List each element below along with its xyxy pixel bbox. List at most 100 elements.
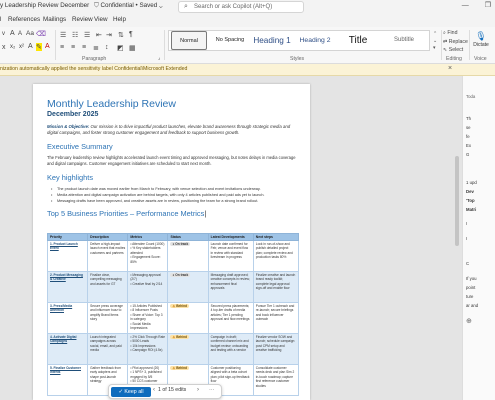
borders-icon[interactable]: ▦ <box>129 44 136 52</box>
grow-font-icon[interactable]: A <box>10 30 15 37</box>
style-no-spacing[interactable]: No Spacing <box>211 31 249 50</box>
voice-group-label: Voice <box>474 56 487 62</box>
menu-item-help[interactable]: Help <box>113 16 126 23</box>
vertical-scrollbar[interactable] <box>455 156 459 246</box>
priority-cell[interactable]: 1. Product Launch Event <box>46 240 89 272</box>
strikethrough-icon[interactable]: x <box>2 44 6 51</box>
more-options-icon[interactable]: ⋯ <box>209 388 215 394</box>
replace-button[interactable]: ⇄ Replace <box>443 39 468 45</box>
restore-button[interactable]: ❐ <box>485 2 491 9</box>
align-center-icon[interactable]: ≡ <box>71 44 75 51</box>
title-bar: y Leadership Review December ⛉ Confident… <box>0 0 495 14</box>
select-label: Select <box>448 47 464 53</box>
status-badge: ● On track <box>170 273 191 278</box>
next-steps-cell: Lock in run-of-show and publish detailed… <box>252 240 300 272</box>
shading-icon[interactable]: ◩ <box>117 44 124 52</box>
font-size-dropdown[interactable]: v <box>2 31 5 37</box>
priority-cell[interactable]: 5. Finalize Customer Intents <box>46 364 89 396</box>
priority-cell[interactable]: 4. Activate Digital Campaigns <box>46 333 89 365</box>
priorities-heading: Top 5 Business Priorities – Performance … <box>47 209 206 218</box>
sensitivity-label[interactable]: Confidential • Saved <box>100 2 157 9</box>
priority-cell[interactable]: 3. Press/Media Attention <box>46 302 89 334</box>
change-case-icon[interactable]: Aa <box>26 30 34 37</box>
text-effects-icon[interactable]: A <box>28 43 33 50</box>
executive-summary-heading: Executive Summary <box>47 142 113 151</box>
justify-icon[interactable]: ≣ <box>93 44 99 52</box>
superscript-icon[interactable]: x² <box>19 44 24 50</box>
find-button[interactable]: ⌕ Find <box>443 30 457 37</box>
latest-cell: Messaging draft approved; creative conce… <box>207 271 254 303</box>
table-row: 4. Activate Digital Campaigns Launch int… <box>46 333 300 365</box>
paragraph-group-label: Paragraph <box>82 56 107 62</box>
minimize-button[interactable]: — <box>462 2 469 9</box>
highlight-icon[interactable]: ✎ <box>36 43 42 51</box>
clear-format-icon[interactable]: ⌫ <box>36 30 46 38</box>
editing-group-label: Editing <box>446 56 462 62</box>
style-heading-2[interactable]: Heading 2 <box>295 31 335 50</box>
pane-text-line: fe <box>466 134 470 139</box>
pane-text-line: point <box>466 285 476 290</box>
bullets-icon[interactable]: ☰ <box>60 31 66 39</box>
latest-cell: Campaign in draft; confirmed channel mix… <box>207 333 254 365</box>
metrics-cell: • 15 Articles Published • 8 Influencer P… <box>127 302 169 334</box>
priority-cell[interactable]: 2. Product Messaging & Creative <box>46 271 89 303</box>
styles-gallery: Normal No Spacing Heading 1 Heading 2 Ti… <box>168 30 430 51</box>
highlights-list: The product launch date was moved earlie… <box>51 186 297 204</box>
close-icon[interactable]: × <box>448 65 452 72</box>
menu-item-review[interactable]: Review <box>72 16 93 23</box>
latest-cell: Secured press placements; 4 top-tier dra… <box>207 302 254 334</box>
status-cell: ● On track <box>167 240 209 272</box>
multilevel-list-icon[interactable]: ☰ <box>84 31 90 39</box>
menu-item-layout[interactable]: l <box>0 16 1 23</box>
style-heading-1[interactable]: Heading 1 <box>251 31 293 50</box>
latest-cell: Launch date confirmed for Feb; venue and… <box>207 240 254 272</box>
style-title[interactable]: Title <box>339 31 377 50</box>
ribbon-separator <box>441 30 442 60</box>
decrease-indent-icon[interactable]: ⇤ <box>96 31 102 39</box>
style-subtitle[interactable]: Subtitle <box>381 31 427 50</box>
increase-indent-icon[interactable]: ⇥ <box>106 31 112 39</box>
menu-item-references[interactable]: References <box>8 16 40 23</box>
align-left-icon[interactable]: ≡ <box>60 44 64 51</box>
menu-item-view[interactable]: View <box>94 16 108 23</box>
paragraph-dialog-launcher[interactable]: ⌟ <box>158 55 160 61</box>
sort-icon[interactable]: ⇅ <box>118 31 124 39</box>
styles-gallery-scroll[interactable]: ⌃ ⌄ ▾ <box>433 31 437 52</box>
priorities-heading-text: Top 5 Business Priorities – Performance … <box>47 209 205 218</box>
document-canvas: Monthly Leadership Review December 2025 … <box>0 76 462 400</box>
numbering-icon[interactable]: ☷ <box>72 31 78 39</box>
column-header: Metrics <box>127 233 169 241</box>
dictate-button[interactable]: 🎙 Dictate <box>472 30 490 48</box>
search-box[interactable]: ⌕ Search or ask Copilot (Alt+Q) <box>178 1 304 13</box>
next-steps-cell: Finalize vendor SOW and launch; schedule… <box>252 333 300 365</box>
sensitivity-info-text: nization automatically applied the sensi… <box>0 66 188 72</box>
chevron-down-icon[interactable]: ⌄ <box>159 2 162 9</box>
microphone-icon: 🎙 <box>475 31 487 41</box>
shield-icon[interactable]: ⛉ <box>94 2 99 9</box>
pane-text-line: If you <box>466 276 477 281</box>
ribbon: v A A Aa ⌫ x x₂ x² A ✎ A ☰ ☷ ☰ ⇤ ⇥ ⇅ ¶ ≡… <box>0 27 495 64</box>
edits-counter: 1 of 15 edits <box>158 387 187 393</box>
pane-text-line: G <box>466 152 470 157</box>
align-right-icon[interactable]: ≡ <box>82 44 86 51</box>
pane-text-line: se <box>466 125 471 130</box>
subscript-icon[interactable]: x₂ <box>10 44 15 50</box>
line-spacing-icon[interactable]: ↕ <box>105 44 109 51</box>
pane-text-line: ar and <box>466 303 479 308</box>
font-color-icon[interactable]: A <box>45 43 50 50</box>
metrics-cell: • Attendee Count (1000) • % Key stakehol… <box>127 240 169 272</box>
keep-all-button[interactable]: ✓ Keep all <box>111 387 151 397</box>
previous-edit-icon[interactable]: ‹ <box>153 387 155 393</box>
next-edit-icon[interactable]: › <box>197 387 199 393</box>
style-normal[interactable]: Normal <box>171 31 207 50</box>
executive-summary-paragraph: The February leadership review highlight… <box>47 155 296 166</box>
menu-item-mailings[interactable]: Mailings <box>43 16 66 23</box>
styles-group-label: Styles <box>290 56 305 62</box>
select-button[interactable]: ⇖ Select <box>443 47 463 53</box>
status-badge: ⚠ Behind <box>170 304 190 309</box>
show-marks-icon[interactable]: ¶ <box>129 31 133 38</box>
document-page[interactable]: Monthly Leadership Review December 2025 … <box>33 84 310 400</box>
add-icon[interactable]: ⊕ <box>466 317 472 325</box>
status-badge: ● On track <box>170 242 191 247</box>
shrink-font-icon[interactable]: A <box>18 31 22 37</box>
